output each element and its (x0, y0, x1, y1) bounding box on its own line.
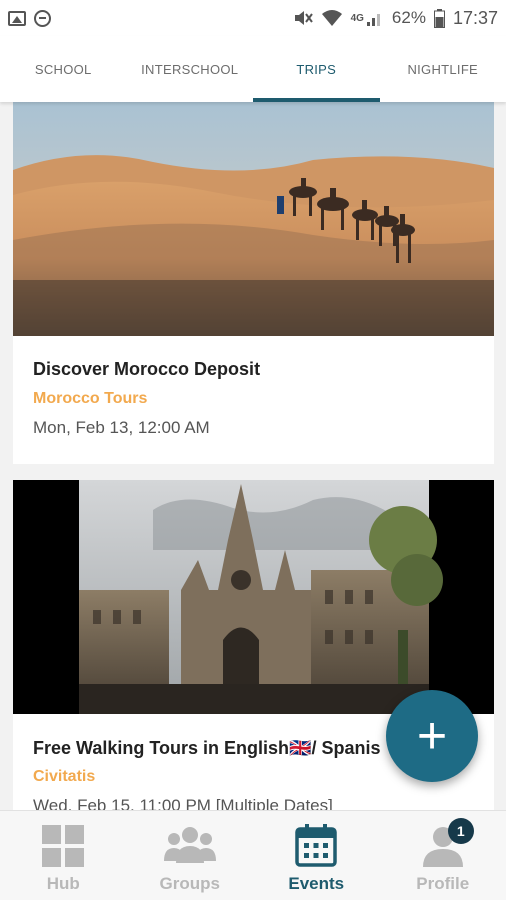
desert-camel-caravan-image (13, 102, 494, 336)
tab-trips[interactable]: TRIPS (253, 36, 380, 102)
nav-groups-label: Groups (159, 874, 220, 893)
event-date: Wed, Feb 15, 11:00 PM [Multiple Dates] (33, 796, 333, 810)
bottom-navigation: Hub Groups Events 1 Profile (0, 810, 506, 900)
wifi-icon (321, 10, 342, 26)
do-not-disturb-icon (34, 9, 51, 27)
gallery-icon (8, 10, 26, 26)
calendar-icon (295, 824, 337, 867)
network-type: 4G (350, 12, 364, 24)
mute-icon (294, 11, 313, 25)
notification-badge: 1 (447, 818, 474, 844)
signal-icon (366, 14, 380, 26)
groups-icon (163, 827, 216, 863)
clock: 17:37 (452, 7, 498, 28)
tab-interschool[interactable]: INTERSCHOOL (127, 36, 254, 102)
grid-icon (42, 825, 85, 867)
status-right: 4G 62% 17:37 (293, 8, 498, 29)
tab-school[interactable]: SCHOOL (0, 36, 127, 102)
event-date: Mon, Feb 13, 12:00 AM (33, 418, 210, 437)
status-bar: 4G 62% 17:37 (0, 0, 506, 36)
nav-hub-label: Hub (46, 874, 80, 893)
add-event-button[interactable]: + (386, 690, 478, 782)
category-tabs: SCHOOL INTERSCHOOL TRIPS NIGHTLIFE (0, 36, 506, 102)
event-title[interactable]: Free Walking Tours in English🇬🇧/ Spanis (33, 738, 380, 759)
nav-groups[interactable]: Groups (127, 811, 254, 900)
status-left (8, 9, 51, 27)
plus-icon: + (416, 707, 448, 765)
event-title[interactable]: Discover Morocco Deposit (33, 359, 260, 380)
nav-events-label: Events (288, 874, 345, 893)
barcelona-cathedral-image (13, 480, 494, 714)
event-card[interactable]: Discover Morocco Deposit Morocco Tours M… (13, 102, 494, 464)
event-organizer[interactable]: Civitatis (33, 768, 95, 786)
profile-icon: 1 (420, 818, 474, 869)
nav-profile[interactable]: 1 Profile (380, 811, 506, 900)
nav-hub[interactable]: Hub (0, 811, 127, 900)
event-organizer[interactable]: Morocco Tours (33, 390, 147, 408)
nav-profile-label: Profile (416, 874, 470, 893)
battery-icon (433, 8, 445, 28)
battery-percent: 62% (391, 8, 426, 27)
tab-nightlife[interactable]: NIGHTLIFE (380, 36, 506, 102)
nav-events[interactable]: Events (253, 811, 380, 900)
